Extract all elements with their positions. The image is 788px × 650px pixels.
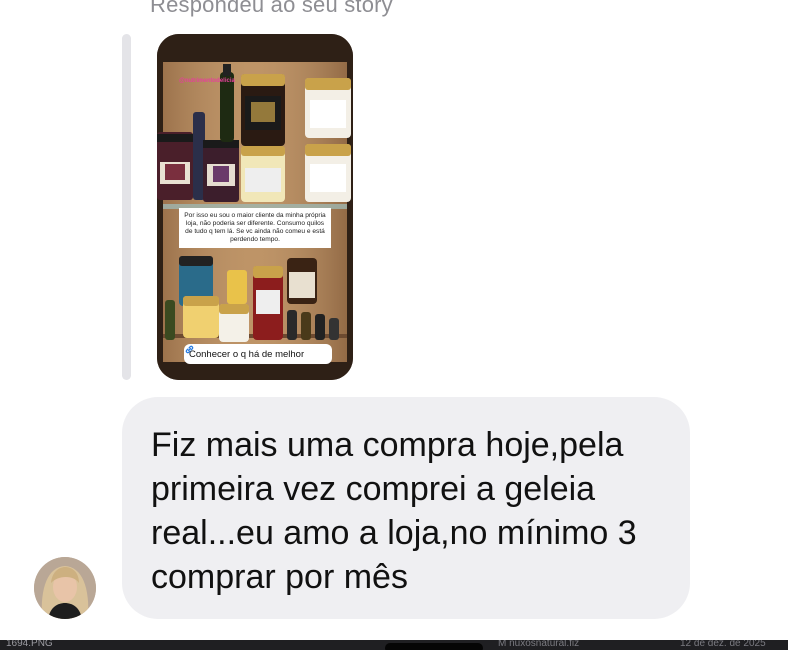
story-handle: @nutrimentodelicia (179, 78, 235, 84)
quote-bar (122, 34, 131, 380)
taskbar-file-name[interactable]: 1694.PNG (6, 640, 53, 649)
taskbar: 1694.PNG M nuxosnatural.fiz 12 de dez. d… (0, 640, 788, 650)
taskbar-date: 12 de dez. de 2025 (680, 640, 766, 649)
sender-avatar[interactable] (34, 557, 96, 619)
story-shelf-photo (157, 34, 353, 380)
message-text: Fiz mais uma compra hoje,pela primeira v… (151, 426, 637, 596)
taskbar-center-pill[interactable] (385, 643, 483, 650)
taskbar-app-name[interactable]: M nuxosnatural.fiz (498, 640, 579, 649)
reply-label: Respondeu ao seu story (150, 0, 393, 17)
story-link-label: Conhecer o q há de melhor (189, 348, 305, 360)
story-caption: Por isso eu sou o maior cliente da minha… (179, 208, 331, 248)
story-preview[interactable]: @nutrimentodelicia Por isso eu sou o mai… (157, 34, 353, 380)
message-bubble[interactable]: Fiz mais uma compra hoje,pela primeira v… (122, 397, 690, 619)
story-link-sticker[interactable]: Conhecer o q há de melhor (184, 344, 332, 364)
user-avatar-icon (34, 557, 96, 619)
link-icon (185, 345, 194, 354)
